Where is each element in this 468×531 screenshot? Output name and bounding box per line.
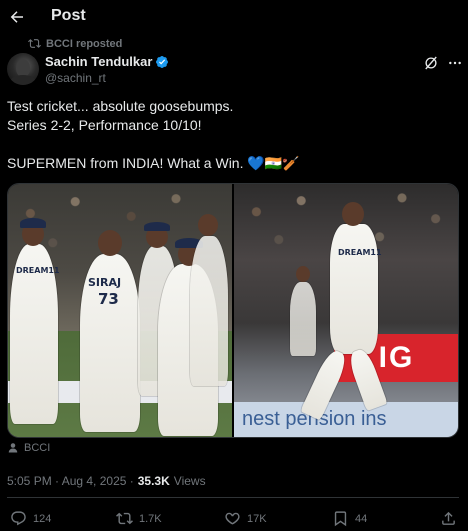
repost-button[interactable]: 1.7K	[116, 510, 162, 527]
verified-badge-icon	[156, 55, 169, 68]
post-meta: 5:05 PM · Aug 4, 2025 · 35.3K Views	[7, 474, 206, 488]
share-icon	[442, 511, 455, 525]
more-options-icon[interactable]	[446, 54, 464, 72]
post-text: Test cricket... absolute goosebumps. Ser…	[7, 97, 459, 173]
like-count: 17K	[247, 512, 267, 525]
repost-text: BCCI reposted	[46, 37, 123, 50]
author-handle[interactable]: @sachin_rt	[45, 71, 106, 85]
repost-count: 1.7K	[139, 512, 162, 525]
jersey-name: SIRAJ	[88, 276, 122, 289]
bookmark-count: 44	[355, 512, 368, 525]
photo-team-celebration[interactable]: DREAM11 SIRAJ 73	[8, 184, 232, 437]
post-timestamp[interactable]: 5:05 PM · Aug 4, 2025 ·	[7, 474, 134, 488]
jersey-sponsor: DREAM11	[16, 266, 60, 275]
reply-count: 124	[33, 512, 52, 525]
like-button[interactable]: 17K	[224, 510, 267, 527]
bookmark-button[interactable]: 44	[332, 510, 367, 527]
post-line: Test cricket... absolute goosebumps.	[7, 98, 234, 114]
back-arrow-icon[interactable]	[6, 6, 28, 28]
repost-icon	[116, 512, 133, 525]
sponsor-board-text: IG	[378, 341, 415, 374]
divider	[7, 497, 459, 498]
repost-icon	[28, 39, 41, 48]
post-line: Series 2-2, Performance 10/10!	[7, 117, 202, 133]
photo-player-celebration[interactable]: IG nest pension ins DREAM11	[234, 184, 458, 437]
share-button[interactable]	[440, 510, 457, 527]
action-bar: 124 1.7K 17K 44	[0, 510, 468, 530]
author-name: Sachin Tendulkar	[45, 54, 153, 69]
jersey-sponsor: DREAM11	[338, 248, 382, 257]
post-line: SUPERMEN from INDIA! What a Win. 💙🇮🇳🏏	[7, 155, 300, 171]
reply-button[interactable]: 124	[10, 510, 51, 527]
person-icon	[8, 443, 18, 453]
author-display-name[interactable]: Sachin Tendulkar	[45, 54, 169, 69]
heart-icon	[225, 512, 240, 525]
post-line	[7, 135, 459, 154]
post-media: DREAM11 SIRAJ 73 IG nest pension ins DRE…	[7, 183, 459, 438]
bookmark-icon	[334, 511, 347, 527]
views-count: 35.3K	[137, 474, 170, 488]
jersey-number: 73	[98, 290, 119, 308]
grok-icon[interactable]	[422, 54, 440, 72]
post-header: Post	[0, 0, 468, 34]
reply-icon	[11, 511, 26, 526]
photo-credit: BCCI	[7, 442, 50, 454]
avatar[interactable]	[7, 53, 39, 85]
repost-indicator[interactable]: BCCI reposted	[28, 37, 122, 50]
bottom-board: nest pension ins	[234, 402, 458, 437]
credit-label: BCCI	[24, 442, 51, 454]
page-title: Post	[51, 7, 86, 24]
views-label: Views	[173, 474, 206, 488]
